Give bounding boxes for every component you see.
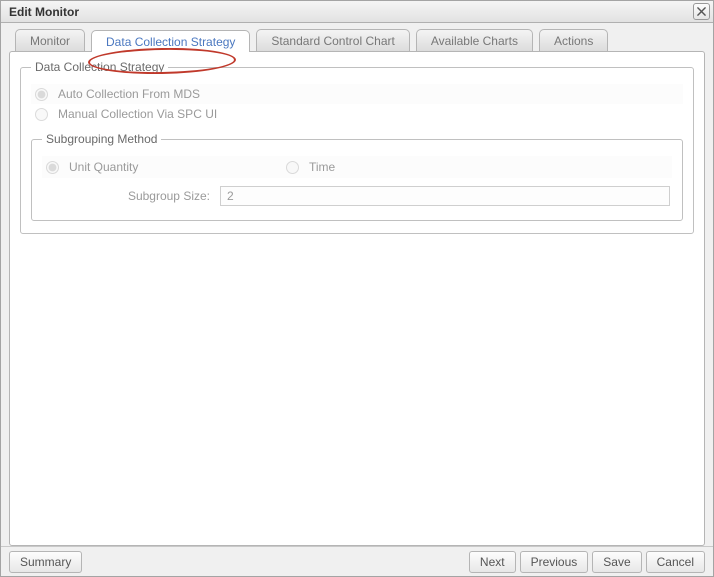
previous-button[interactable]: Previous — [520, 551, 589, 573]
tab-standard-control-chart[interactable]: Standard Control Chart — [256, 29, 409, 51]
tab-panel: Data Collection Strategy Auto Collection… — [9, 51, 705, 546]
tab-label: Standard Control Chart — [271, 34, 394, 48]
dialog-footer: Summary Next Previous Save Cancel — [1, 546, 713, 576]
subgroup-size-input[interactable] — [220, 186, 670, 206]
tab-monitor[interactable]: Monitor — [15, 29, 85, 51]
radio-label: Manual Collection Via SPC UI — [58, 107, 217, 121]
manual-collection-option[interactable]: Manual Collection Via SPC UI — [31, 104, 683, 124]
subgrouping-options-row: Unit Quantity Time — [42, 156, 672, 178]
close-button[interactable] — [693, 3, 710, 20]
manual-collection-radio[interactable] — [35, 108, 48, 121]
auto-collection-option[interactable]: Auto Collection From MDS — [31, 84, 683, 104]
dialog-title: Edit Monitor — [9, 5, 79, 19]
subgroup-size-row: Subgroup Size: — [42, 184, 672, 208]
tab-label: Data Collection Strategy — [106, 35, 235, 49]
close-icon — [697, 5, 706, 19]
dialog-titlebar: Edit Monitor — [1, 1, 713, 23]
next-button[interactable]: Next — [469, 551, 516, 573]
button-label: Summary — [20, 555, 71, 569]
subgroup-size-label: Subgroup Size: — [44, 189, 214, 203]
subgrouping-method-group: Subgrouping Method Unit Quantity Time — [31, 132, 683, 221]
time-radio[interactable] — [286, 161, 299, 174]
summary-button[interactable]: Summary — [9, 551, 82, 573]
cancel-button[interactable]: Cancel — [646, 551, 705, 573]
button-label: Save — [603, 555, 630, 569]
dialog-content: Monitor Data Collection Strategy Standar… — [1, 23, 713, 546]
tab-actions[interactable]: Actions — [539, 29, 608, 51]
data-collection-strategy-group: Data Collection Strategy Auto Collection… — [20, 60, 694, 234]
radio-label: Auto Collection From MDS — [58, 87, 200, 101]
button-label: Next — [480, 555, 505, 569]
tab-data-collection-strategy[interactable]: Data Collection Strategy — [91, 30, 250, 52]
tab-label: Actions — [554, 34, 593, 48]
unit-quantity-radio[interactable] — [46, 161, 59, 174]
radio-label: Time — [309, 160, 335, 174]
group-legend: Subgrouping Method — [42, 132, 161, 146]
group-legend: Data Collection Strategy — [31, 60, 168, 74]
save-button[interactable]: Save — [592, 551, 641, 573]
auto-collection-radio[interactable] — [35, 88, 48, 101]
tab-available-charts[interactable]: Available Charts — [416, 29, 533, 51]
tab-label: Monitor — [30, 34, 70, 48]
unit-quantity-option[interactable]: Unit Quantity — [44, 160, 284, 174]
tabstrip: Monitor Data Collection Strategy Standar… — [9, 29, 705, 51]
button-label: Previous — [531, 555, 578, 569]
tab-label: Available Charts — [431, 34, 518, 48]
edit-monitor-dialog: Edit Monitor Monitor Data Collection Str… — [0, 0, 714, 577]
button-label: Cancel — [657, 555, 694, 569]
radio-label: Unit Quantity — [69, 160, 138, 174]
time-option[interactable]: Time — [284, 160, 335, 174]
